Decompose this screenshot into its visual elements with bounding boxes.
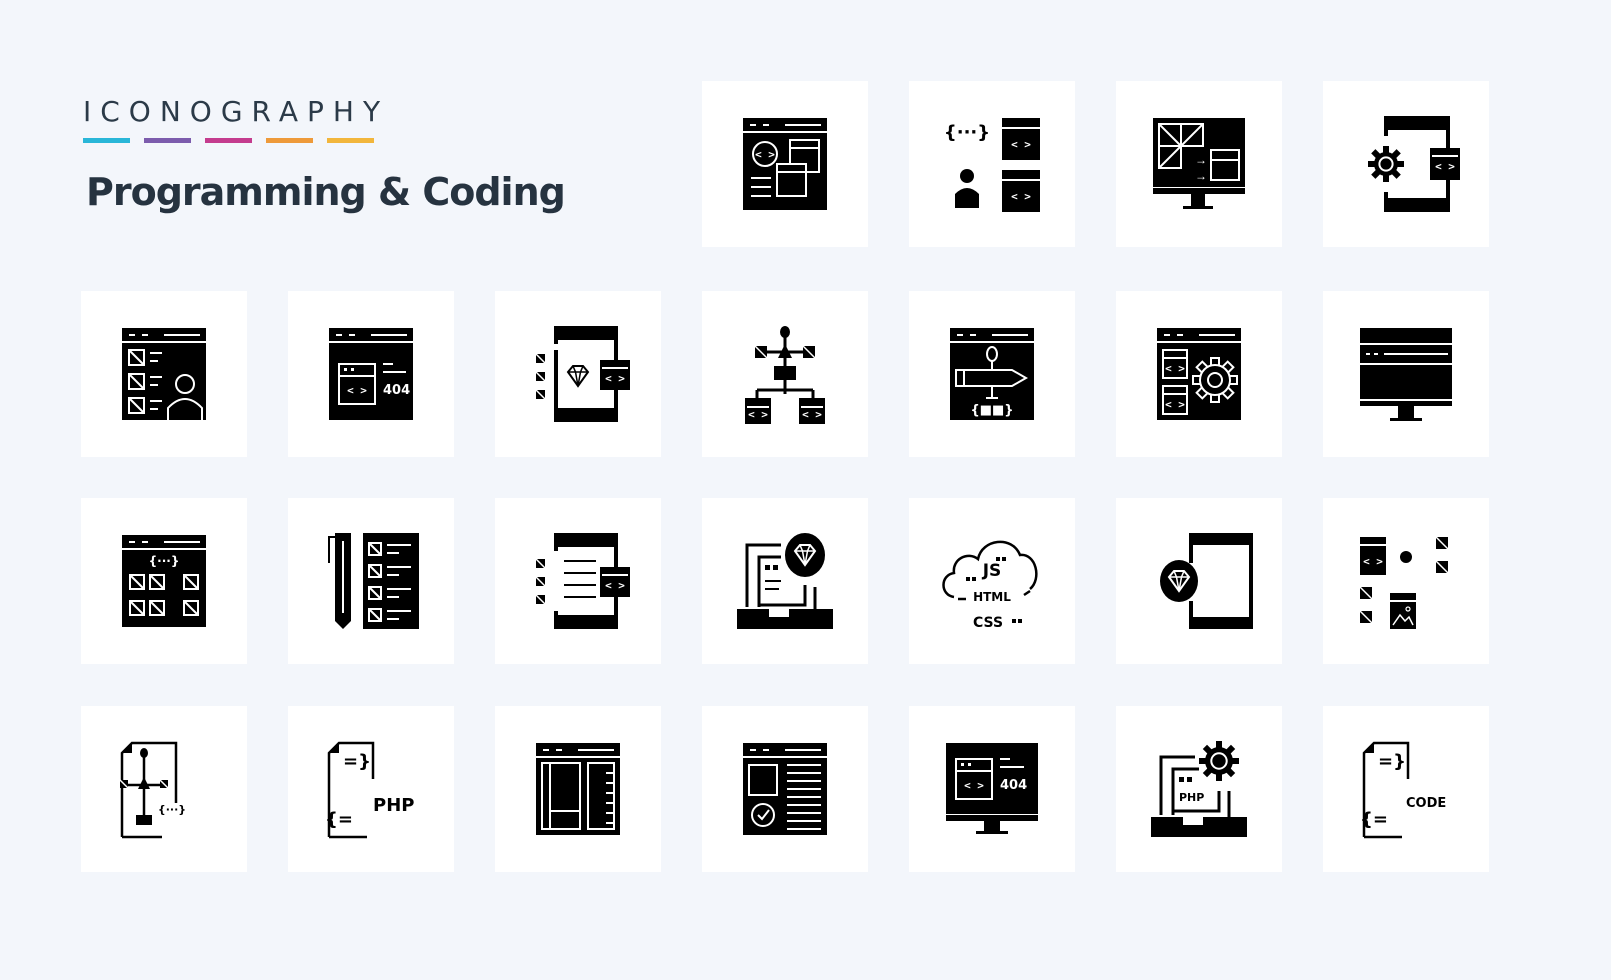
page-title: Programming & Coding bbox=[86, 170, 566, 214]
svg-text:CSS: CSS bbox=[973, 615, 1003, 631]
icon-card: < > < > bbox=[1116, 291, 1282, 457]
browser-layout-icon bbox=[536, 743, 620, 835]
svg-text:< >: < > bbox=[1435, 160, 1455, 173]
svg-text:< >: < > bbox=[347, 384, 367, 397]
icon-card: → → bbox=[1116, 81, 1282, 247]
svg-text:< >: < > bbox=[802, 408, 822, 421]
icon-card bbox=[702, 498, 868, 664]
icon-card: PHP bbox=[1116, 706, 1282, 872]
svg-text:JS: JS bbox=[982, 561, 1002, 581]
svg-text:< >: < > bbox=[1363, 555, 1383, 568]
icon-card bbox=[288, 498, 454, 664]
svg-text:< >: < > bbox=[1165, 362, 1185, 375]
svg-text:{=: {= bbox=[1360, 809, 1388, 830]
icon-card: < > bbox=[495, 498, 661, 664]
browser-verified-icon bbox=[743, 743, 827, 835]
icon-card bbox=[495, 706, 661, 872]
svg-text:HTML: HTML bbox=[973, 590, 1011, 604]
icon-card: < > < > bbox=[702, 291, 868, 457]
monitor-404-icon: < > 404 bbox=[946, 743, 1038, 834]
svg-text:{···}: {···} bbox=[158, 803, 186, 816]
svg-text:PHP: PHP bbox=[1179, 791, 1204, 804]
icon-card: < > 404 bbox=[909, 706, 1075, 872]
document-vector-icon: {···} bbox=[119, 741, 186, 839]
accent-bars bbox=[83, 138, 389, 143]
svg-text:404: 404 bbox=[1000, 778, 1027, 793]
svg-text:→: → bbox=[1195, 169, 1207, 183]
svg-text:< >: < > bbox=[748, 408, 768, 421]
svg-text:< >: < > bbox=[1011, 190, 1031, 203]
svg-text:CODE: CODE bbox=[1406, 796, 1446, 811]
svg-text:< >: < > bbox=[964, 779, 984, 792]
code-file-icon: =} {= CODE bbox=[1360, 741, 1446, 839]
desktop-monitor-icon bbox=[1360, 328, 1452, 421]
cloud-web-languages-icon: JS HTML CSS bbox=[942, 540, 1038, 631]
svg-text:< >: < > bbox=[755, 148, 775, 161]
accent-bar bbox=[327, 138, 374, 143]
accent-bar bbox=[144, 138, 191, 143]
icon-card: {■■} bbox=[909, 291, 1075, 457]
svg-text:404: 404 bbox=[383, 383, 410, 398]
icon-card: < > 404 bbox=[288, 291, 454, 457]
svg-text:=}: =} bbox=[1378, 751, 1406, 772]
icon-card bbox=[1116, 498, 1282, 664]
vector-hierarchy-icon: < > < > bbox=[745, 326, 825, 424]
icon-card: JS HTML CSS bbox=[909, 498, 1075, 664]
accent-bar bbox=[205, 138, 252, 143]
svg-text:< >: < > bbox=[1011, 138, 1031, 151]
monitor-transform-icon: →→ bbox=[1153, 118, 1245, 209]
icon-card: < > bbox=[1323, 498, 1489, 664]
accent-bar bbox=[266, 138, 313, 143]
svg-text:→: → bbox=[1195, 153, 1207, 167]
brand-header: ICONOGRAPHY bbox=[83, 98, 389, 143]
icon-card bbox=[81, 291, 247, 457]
mobile-diamond-code-icon: < > bbox=[535, 326, 630, 422]
design-elements-icon: < > bbox=[1359, 536, 1449, 629]
svg-text:{=: {= bbox=[325, 809, 353, 830]
icon-card: =} {= PHP bbox=[288, 706, 454, 872]
laptop-php-settings-icon: PHP bbox=[1151, 741, 1247, 837]
icon-card: =} {= CODE bbox=[1323, 706, 1489, 872]
svg-text:=}: =} bbox=[343, 751, 371, 772]
browser-settings-code-icon: < > < > bbox=[1157, 328, 1241, 420]
icon-card: {···} bbox=[81, 498, 247, 664]
icon-card: < > bbox=[702, 81, 868, 247]
svg-text:{···}: {···} bbox=[944, 122, 990, 143]
icon-card: {···} < > < > bbox=[909, 81, 1075, 247]
svg-text:< >: < > bbox=[605, 372, 625, 385]
svg-text:< >: < > bbox=[1165, 398, 1185, 411]
svg-text:PHP: PHP bbox=[373, 795, 414, 816]
browser-404-icon: < > 404 bbox=[329, 328, 413, 420]
web-user-checklist-icon bbox=[122, 328, 206, 420]
mobile-list-code-icon: < > bbox=[535, 533, 630, 629]
php-file-icon: =} {= PHP bbox=[325, 741, 414, 839]
svg-text:{···}: {···} bbox=[149, 554, 180, 568]
svg-text:< >: < > bbox=[605, 579, 625, 592]
web-layout-code-icon: < > bbox=[743, 118, 827, 210]
svg-text:{■■}: {■■} bbox=[970, 403, 1013, 418]
browser-design-pen-icon: {■■} bbox=[950, 328, 1034, 420]
accent-bar bbox=[83, 138, 130, 143]
icon-card bbox=[702, 706, 868, 872]
mobile-settings-code-icon: < > bbox=[1368, 116, 1460, 212]
browser-grid-code-icon: {···} bbox=[122, 535, 206, 627]
brand-kicker: ICONOGRAPHY bbox=[83, 95, 390, 128]
developer-code-windows-icon: {···} < > < > bbox=[944, 118, 1040, 212]
icon-card: < > bbox=[1323, 81, 1489, 247]
icon-card: {···} bbox=[81, 706, 247, 872]
pencil-checklist-icon bbox=[328, 533, 419, 629]
laptop-diamond-icon bbox=[737, 533, 833, 629]
icon-card bbox=[1323, 291, 1489, 457]
icon-card: < > bbox=[495, 291, 661, 457]
mobile-diamond-icon bbox=[1160, 533, 1253, 629]
